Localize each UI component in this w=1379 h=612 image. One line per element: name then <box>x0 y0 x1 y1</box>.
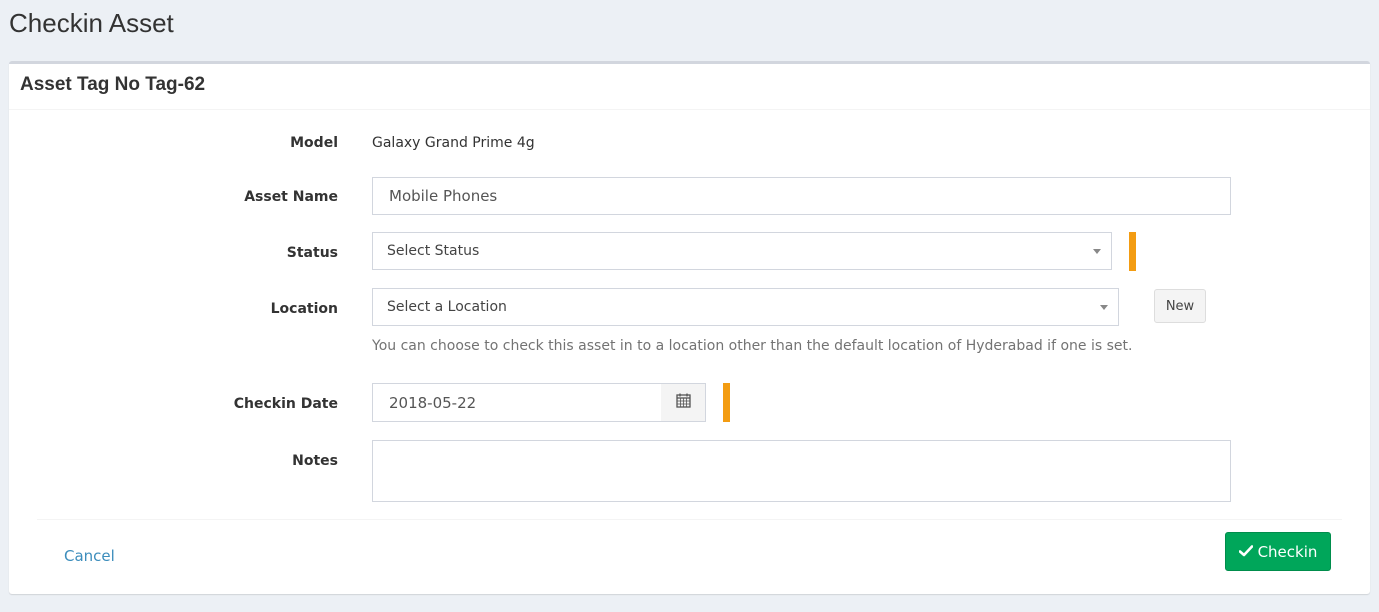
location-help-text: You can choose to check this asset in to… <box>372 338 1133 354</box>
box-title: Asset Tag No Tag-62 <box>20 74 206 95</box>
required-indicator <box>1129 232 1136 271</box>
checkin-date-input[interactable]: 2018-05-22 <box>372 383 662 422</box>
checkin-button-label: Checkin <box>1257 542 1318 561</box>
location-select[interactable]: Select a Location <box>372 288 1119 326</box>
cancel-link[interactable]: Cancel <box>64 547 115 565</box>
footer-divider <box>37 519 1342 520</box>
checkin-button[interactable]: Checkin <box>1225 532 1331 571</box>
required-indicator <box>723 383 730 422</box>
box-header: Asset Tag No Tag-62 <box>9 64 1370 110</box>
status-label: Status <box>286 245 338 261</box>
chevron-down-icon <box>1100 305 1108 310</box>
asset-name-value: Mobile Phones <box>389 187 498 205</box>
notes-label: Notes <box>292 453 338 469</box>
notes-textarea[interactable] <box>372 440 1231 502</box>
checkin-date-value: 2018-05-22 <box>389 393 477 412</box>
chevron-down-icon <box>1093 249 1101 254</box>
new-location-button[interactable]: New <box>1154 289 1206 323</box>
model-label: Model <box>290 135 338 151</box>
checkin-form-box: Asset Tag No Tag-62 Model Galaxy Grand P… <box>9 61 1370 594</box>
model-value: Galaxy Grand Prime 4g <box>372 135 535 151</box>
calendar-icon <box>675 393 691 413</box>
status-select[interactable]: Select Status <box>372 232 1112 270</box>
calendar-button[interactable] <box>661 383 706 422</box>
location-label: Location <box>270 301 338 317</box>
page-title: Checkin Asset <box>9 8 174 38</box>
check-icon <box>1238 543 1253 561</box>
status-selected: Select Status <box>387 243 480 259</box>
asset-name-input[interactable]: Mobile Phones <box>372 177 1231 215</box>
location-selected: Select a Location <box>387 299 507 315</box>
checkin-date-label: Checkin Date <box>233 396 338 412</box>
asset-name-label: Asset Name <box>244 189 338 205</box>
